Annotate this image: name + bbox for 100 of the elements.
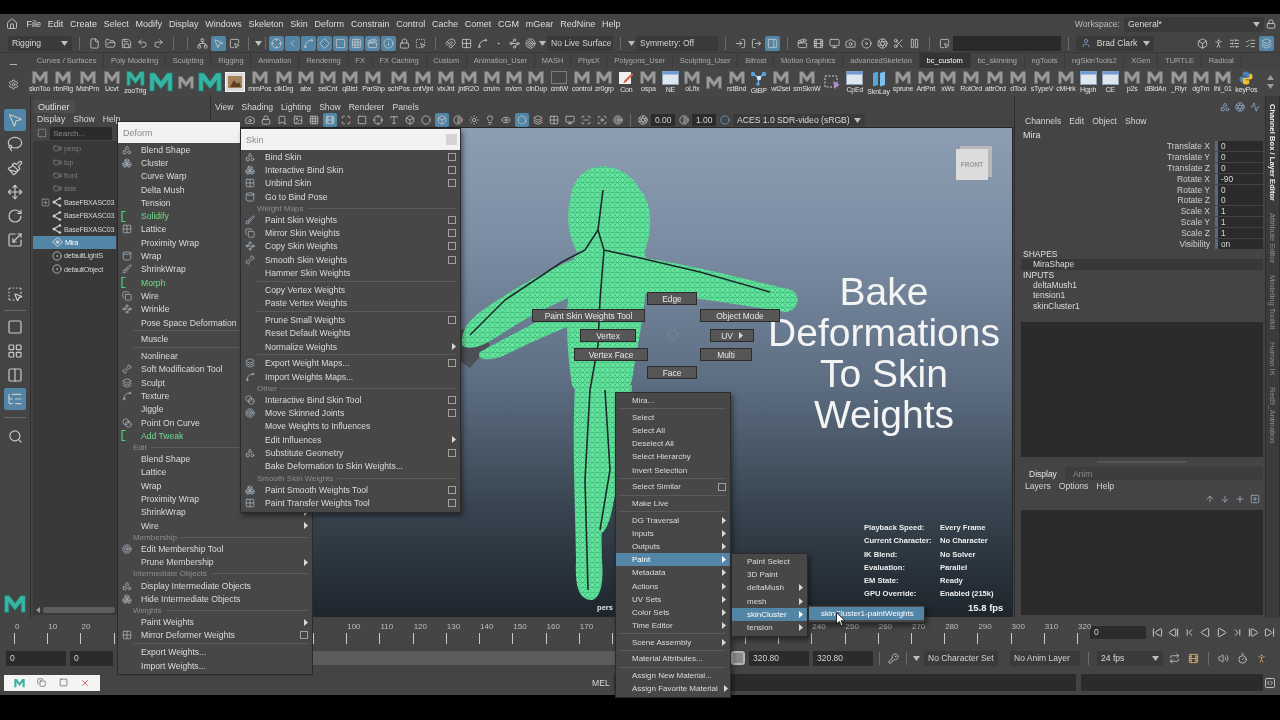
menu-bar-item[interactable]: Cache xyxy=(428,16,462,32)
menu-bar-item[interactable]: Skin xyxy=(286,16,312,32)
channel-value-field[interactable]: 0 xyxy=(1215,184,1263,195)
menu-item[interactable]: Pose Space Deformation xyxy=(118,315,240,330)
timer-icon[interactable] xyxy=(1235,650,1250,666)
menu-item[interactable]: Mirror Deformer Weights xyxy=(118,628,312,643)
menu-item[interactable]: Wrap xyxy=(118,479,240,493)
menu-item[interactable]: Edit Influences xyxy=(241,433,460,447)
menu-item[interactable]: Lattice xyxy=(118,465,240,480)
circle-icon[interactable] xyxy=(718,113,731,127)
menu-item[interactable]: Color Sets xyxy=(616,605,730,619)
marking-menu-item[interactable]: Vertex Face xyxy=(574,348,648,361)
maximize-icon[interactable] xyxy=(339,113,353,127)
cube-icon[interactable] xyxy=(435,113,449,127)
animation-start-field[interactable]: 0 xyxy=(6,650,66,666)
menu-item[interactable]: Interactive Bind Skin xyxy=(241,163,460,177)
square-outline-icon[interactable] xyxy=(718,482,726,491)
exposure-field[interactable]: 0.00 xyxy=(651,114,675,126)
menu-item[interactable]: Invert Selection xyxy=(616,463,730,477)
channel-label[interactable]: Scale X xyxy=(1021,206,1210,217)
channel-value-field[interactable]: on xyxy=(1215,238,1263,249)
menu-item[interactable]: Interactive Bind Skin Tool xyxy=(241,393,460,407)
chevron-icon[interactable] xyxy=(285,35,300,51)
lock-icon[interactable] xyxy=(397,35,412,51)
menu-item[interactable]: Time Editor xyxy=(616,619,730,633)
channel-value-field[interactable]: 0 xyxy=(1215,195,1263,206)
channel-label[interactable]: Rotate Z xyxy=(1021,195,1210,206)
camera-icon[interactable] xyxy=(243,113,257,127)
menu-item[interactable]: Go to Bind Pose xyxy=(241,189,460,204)
menu-item[interactable]: Import Weights... xyxy=(118,658,312,673)
square-icon[interactable] xyxy=(355,113,369,127)
menu-set-dropdown[interactable]: Rigging xyxy=(8,35,72,51)
crosshair-icon[interactable] xyxy=(371,113,385,127)
menu-item[interactable]: Move Skinned Joints xyxy=(241,406,460,420)
menu-item[interactable]: Copy Skin Weights xyxy=(241,239,460,254)
panel-title[interactable]: Outliner xyxy=(33,100,75,113)
menu-item[interactable]: Proximity Wrap xyxy=(118,492,240,506)
menu-item[interactable]: Normalize Weights xyxy=(241,339,460,354)
menu-item[interactable]: Paste Vertex Weights xyxy=(241,296,460,310)
menu-item[interactable]: Paint Weights xyxy=(118,615,312,629)
file-icon[interactable] xyxy=(87,35,102,51)
marking-menu-item[interactable]: Edge xyxy=(647,292,697,305)
menu-item[interactable]: Paint xyxy=(616,553,730,567)
menu-item[interactable]: Reset Default Weights xyxy=(241,326,460,340)
caret-icon[interactable] xyxy=(913,655,920,661)
layers-icon[interactable] xyxy=(531,113,545,127)
settings-icon[interactable] xyxy=(6,77,20,91)
square-outline-icon[interactable] xyxy=(448,409,456,418)
channel-label[interactable]: Rotate X xyxy=(1021,173,1210,184)
menu-item[interactable]: ShrinkWrap xyxy=(118,262,240,276)
spline-icon[interactable] xyxy=(301,35,316,51)
menu-bar-item[interactable]: Deform xyxy=(311,16,348,32)
marking-menu-item[interactable]: Multi xyxy=(700,348,752,361)
menu-bar-item[interactable]: Select xyxy=(100,16,133,32)
cursor-icon[interactable] xyxy=(4,109,26,131)
node-item[interactable]: MiraShape xyxy=(1021,258,1263,270)
hierarchy-icon[interactable] xyxy=(195,35,210,51)
diamond-icon[interactable] xyxy=(317,35,332,51)
panel-menu-item[interactable]: View xyxy=(211,101,238,112)
menu-item[interactable]: skinCluster1-paintWeights xyxy=(809,607,924,621)
aperture-icon[interactable] xyxy=(1234,101,1246,113)
image-icon[interactable] xyxy=(291,113,305,127)
menu-item[interactable]: Solidify xyxy=(118,209,240,223)
menu-bar-item[interactable]: Modify xyxy=(132,16,166,32)
menu-bar-item[interactable]: Constrain xyxy=(347,16,393,32)
maximize-icon[interactable] xyxy=(57,677,69,688)
grid-icon[interactable] xyxy=(547,113,561,127)
menu-bar-item[interactable]: File xyxy=(23,16,45,32)
node-item[interactable]: tension1 xyxy=(1021,290,1066,301)
shapes-icon[interactable] xyxy=(1219,101,1231,113)
left-triangle-icon[interactable] xyxy=(36,607,40,613)
anim-layer-field[interactable]: No Anim Layer xyxy=(1010,650,1080,666)
circle-icon[interactable] xyxy=(419,113,433,127)
menu-bar-item[interactable]: CGM xyxy=(494,16,523,32)
square-outline-icon[interactable] xyxy=(448,485,456,494)
menu-item[interactable]: Muscle xyxy=(118,332,240,346)
key-icon[interactable] xyxy=(886,651,900,665)
menu-item[interactable]: Import Weights Maps... xyxy=(241,369,460,384)
menu-item[interactable]: Texture xyxy=(118,389,240,403)
aperture-icon[interactable] xyxy=(636,113,649,127)
menu-item[interactable]: Delta Mush xyxy=(118,182,240,197)
menu-item[interactable]: Hide Intermediate Objects xyxy=(118,592,312,606)
menu-item[interactable]: Bind Skin xyxy=(241,150,460,164)
graph-icon[interactable] xyxy=(1249,101,1261,113)
menu-item[interactable]: Actions xyxy=(616,579,730,593)
menu-item[interactable]: Wire xyxy=(118,519,312,533)
menu-item[interactable]: Proximity Wrap xyxy=(118,236,240,250)
square-outline-icon[interactable] xyxy=(448,215,456,224)
grid-icon[interactable] xyxy=(349,35,364,51)
menu-item[interactable]: Display Intermediate Objects xyxy=(118,578,312,593)
home-icon[interactable] xyxy=(4,16,20,32)
film-icon[interactable] xyxy=(323,113,337,127)
menu-bar-item[interactable]: Edit xyxy=(44,16,67,32)
node-item[interactable]: skinCluster1 xyxy=(1021,300,1080,312)
waypoints-icon[interactable] xyxy=(507,35,522,51)
cursor-icon[interactable] xyxy=(211,35,226,51)
panel-menu-item[interactable]: Edit xyxy=(1065,115,1089,126)
square-outline-icon[interactable] xyxy=(300,631,308,640)
menu-item[interactable]: Assign Favorite Material xyxy=(616,682,730,696)
color-space-dropdown[interactable]: ACES 1.0 SDR-video (sRGB) xyxy=(733,114,865,126)
